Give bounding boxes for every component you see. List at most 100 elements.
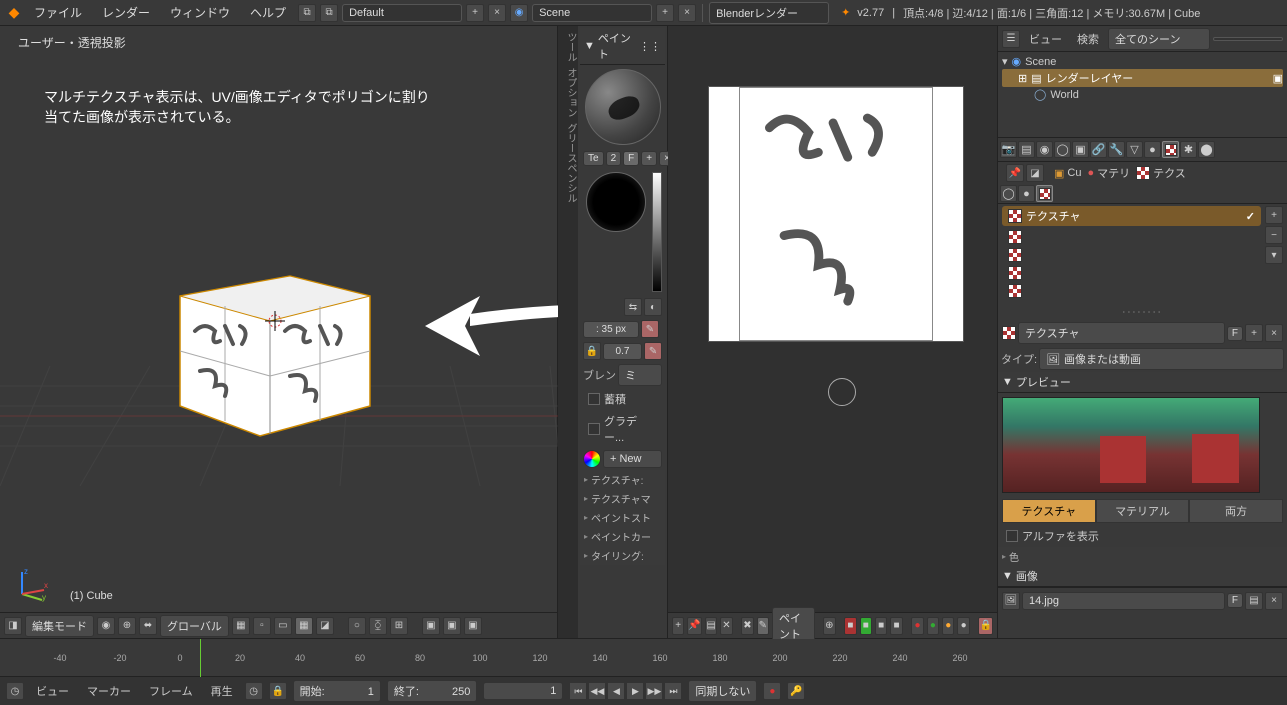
collapse-color[interactable]: 色 (998, 547, 1287, 566)
image-unlink-icon[interactable]: × (1265, 592, 1283, 610)
image-file-field[interactable]: 14.jpg (1022, 592, 1225, 610)
playhead[interactable] (200, 639, 201, 677)
uv-pin-icon[interactable]: 📌 (687, 617, 701, 635)
preview-tab-texture[interactable]: テクスチャ (1002, 499, 1096, 523)
uv-dot3-icon[interactable]: ● (942, 617, 954, 635)
prop-layers-icon[interactable]: ▤ (1018, 141, 1035, 158)
cube-object[interactable] (170, 256, 380, 446)
keyframe-next-icon[interactable]: ▶▶ (645, 682, 663, 700)
play-icon[interactable]: ▶ (626, 682, 644, 700)
prop-scene-icon[interactable]: ◉ (1036, 141, 1053, 158)
uv-editor-type-icon[interactable]: + (672, 617, 684, 635)
scene-remove-icon[interactable]: × (678, 4, 696, 22)
snap-type-icon[interactable]: ⊞ (390, 617, 408, 635)
copy-icon[interactable]: ▣ (443, 617, 461, 635)
viewport-shading-icon[interactable]: ◉ (97, 617, 115, 635)
context-texture[interactable]: テクス (1136, 165, 1186, 181)
timeline-type-icon[interactable]: ◷ (6, 682, 24, 700)
brush-gradient-slider[interactable] (652, 172, 662, 292)
gradient-checkbox[interactable] (588, 423, 600, 435)
tree-world[interactable]: ◯World (1002, 87, 1283, 102)
collapse-texmask[interactable]: テクスチャマ (580, 489, 665, 508)
mode-selector[interactable]: 編集モード (25, 615, 94, 637)
scene-selector[interactable]: Scene (532, 4, 652, 22)
editor-type-icon[interactable]: ◨ (4, 617, 22, 635)
render-preview-icon[interactable]: ▣ (422, 617, 440, 635)
collapse-stroke[interactable]: ペイントスト (580, 508, 665, 527)
mesh-select-vert-icon[interactable]: ▫ (253, 617, 271, 635)
preview-header[interactable]: ▼プレビュー (998, 372, 1287, 393)
texture-id-field[interactable]: テクスチャ (1018, 322, 1225, 344)
collapse-texture[interactable]: テクスチャ: (580, 470, 665, 489)
end-frame-field[interactable]: 終了: 250 (387, 680, 477, 702)
timeline-ruler[interactable]: -40 -20 0 20 40 60 80 100 120 140 160 18… (0, 639, 1287, 677)
color-swap-icon[interactable]: ⇆ (624, 298, 642, 316)
uv-remove-icon[interactable]: ✕ (720, 617, 732, 635)
preview-tab-material[interactable]: マテリアル (1096, 499, 1190, 523)
autokey-icon[interactable]: ● (763, 682, 781, 700)
tree-render-layers[interactable]: ⊞▤レンダーレイヤー▣ (1002, 69, 1283, 87)
jump-start-icon[interactable]: ⏮ (569, 682, 587, 700)
texture-slot-active[interactable]: テクスチャ ✓ (1002, 206, 1261, 226)
keyframe-prev-icon[interactable]: ◀◀ (588, 682, 606, 700)
blend-mode-selector[interactable]: ミ (618, 364, 662, 386)
menu-window[interactable]: ウィンドウ (162, 4, 238, 21)
mesh-select-edge-icon[interactable]: ▭ (274, 617, 292, 635)
image-header[interactable]: ▼画像 (998, 566, 1287, 587)
timeline-marker-menu[interactable]: マーカー (81, 683, 137, 699)
layout-browse-icon[interactable]: ⧉ (320, 4, 338, 22)
uv-cursor-icon[interactable]: ✖ (741, 617, 753, 635)
timeline-frame-menu[interactable]: フレーム (143, 683, 199, 699)
context-pin-icon[interactable]: 📌 (1006, 164, 1024, 182)
accumulate-checkbox[interactable] (588, 393, 600, 405)
uv-brush-icon[interactable]: ✎ (757, 617, 769, 635)
texture-slot-3[interactable] (1008, 264, 1255, 282)
current-frame-field[interactable]: 1 (483, 682, 563, 700)
timeline-playback-menu[interactable]: 再生 (205, 683, 239, 699)
color-picker-icon[interactable]: ◐ (644, 298, 662, 316)
toolshelf-tabs[interactable]: ツール オプション グリースペンシル (558, 26, 578, 638)
texctx-material-icon[interactable]: ● (1018, 185, 1035, 202)
strength-lock-icon[interactable]: 🔒 (583, 342, 601, 360)
layout-add-icon[interactable]: + (466, 4, 484, 22)
outliner-search-menu[interactable]: 検索 (1071, 31, 1105, 47)
texture-slot-2[interactable] (1008, 246, 1255, 264)
play-reverse-icon[interactable]: ◀ (607, 682, 625, 700)
manipulator-icon[interactable]: ⬌ (139, 617, 157, 635)
prop-world-icon[interactable]: ◯ (1054, 141, 1071, 158)
scene-add-icon[interactable]: + (656, 4, 674, 22)
prop-particles-icon[interactable]: ✱ (1180, 141, 1197, 158)
prop-modifier-icon[interactable]: 🔧 (1108, 141, 1125, 158)
radius-field[interactable]: : 35 px (583, 321, 639, 338)
strength-field[interactable]: 0.7 (603, 343, 643, 360)
uv-dot2-icon[interactable]: ● (927, 617, 939, 635)
texture-unlink-icon[interactable]: × (1265, 324, 1283, 342)
sync-mode-selector[interactable]: 同期しない (688, 680, 757, 702)
limit-selection-icon[interactable]: ◪ (316, 617, 334, 635)
texlist-add-icon[interactable]: + (1265, 206, 1283, 224)
preview-tab-both[interactable]: 両方 (1189, 499, 1283, 523)
context-cube[interactable]: ▣Cu (1054, 167, 1081, 180)
show-alpha-checkbox[interactable] (1006, 530, 1018, 542)
texture-f-button[interactable]: F (1227, 326, 1243, 341)
outliner-type-icon[interactable]: ☰ (1002, 30, 1020, 48)
brush-users-button[interactable]: 2 (606, 151, 622, 166)
image-nodes-icon[interactable]: ▤ (1245, 592, 1263, 610)
layers-icon[interactable]: ▦ (232, 617, 250, 635)
texctx-world-icon[interactable]: ◯ (1000, 185, 1017, 202)
uv-channel-r-icon[interactable]: ■ (844, 617, 856, 635)
3d-viewport[interactable]: ユーザー・透視投影 マルチテクスチャ表示は、UV/画像エディタでポリゴンに割り … (0, 26, 558, 638)
brush-te-button[interactable]: Te (583, 151, 604, 166)
menu-file[interactable]: ファイル (26, 4, 90, 21)
layout-prev-icon[interactable]: ⧉ (298, 4, 316, 22)
timeline-range-icon[interactable]: ◷ (245, 682, 263, 700)
texture-type-selector[interactable]: 🖼画像または動画 (1039, 348, 1284, 370)
prop-physics-icon[interactable]: ⬤ (1198, 141, 1215, 158)
proportional-icon[interactable]: ○ (348, 617, 366, 635)
texture-slot-1[interactable] (1008, 228, 1255, 246)
uv-image-editor[interactable]: + 📌 ▤ ✕ ✖ ✎ ペイント ⊕ ■ ■ ■ ■ ● ● ● ● 🔒 (668, 26, 998, 638)
pivot-icon[interactable]: ⊕ (118, 617, 136, 635)
texlist-remove-icon[interactable]: − (1265, 226, 1283, 244)
snap-icon[interactable]: ⧲ (369, 617, 387, 635)
keying-set-icon[interactable]: 🔑 (787, 682, 805, 700)
